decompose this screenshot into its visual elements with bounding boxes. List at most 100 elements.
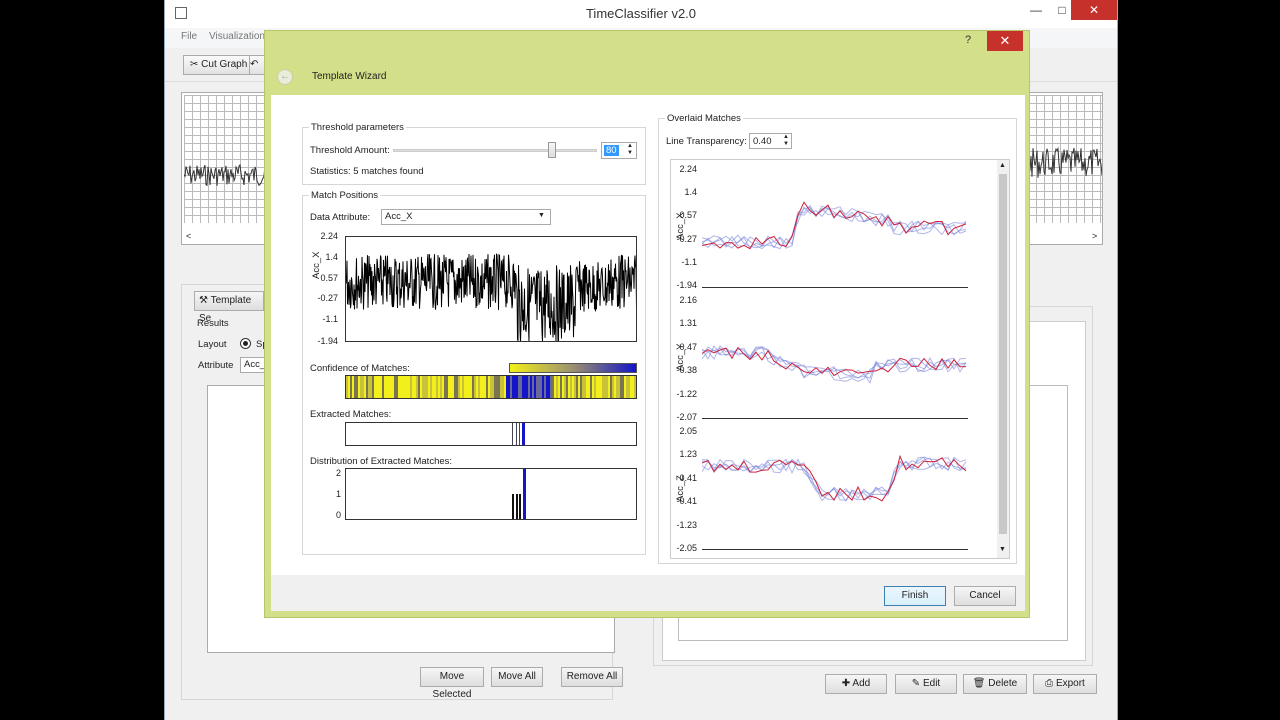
move-selected-button[interactable]: Move Selected (420, 667, 484, 700)
attribute-label: Attribute (198, 360, 234, 371)
p2-y-label: Acc_Y (675, 343, 686, 371)
attribute-select-value: Acc_ (244, 359, 266, 370)
signal-y-label: Acc_X (311, 237, 323, 297)
scroll-up-arrow-icon[interactable]: ▲ (999, 162, 1006, 169)
distribution-label: Distribution of Extracted Matches: (310, 456, 453, 467)
export-label: Export (1055, 678, 1085, 689)
match-marker (516, 423, 517, 445)
vertical-scrollbar[interactable]: ▲ ▼ (997, 160, 1009, 558)
y-tick: 2.24 (320, 231, 338, 241)
p2-y-tick: 1.31 (679, 318, 697, 328)
wand-icon: ⚒ (199, 295, 208, 306)
chevron-down-icon: ▼ (538, 212, 545, 219)
match-marker (512, 423, 513, 445)
cut-graph-button[interactable]: ✂ Cut Graph (183, 55, 255, 75)
export-button[interactable]: ⎙ Export (1033, 674, 1097, 694)
overlaid-scroll-area[interactable]: 2.24 1.4 0.57 -0.27 -1.1 -1.94 Acc_X 2.1… (670, 159, 1010, 559)
cancel-button[interactable]: Cancel (954, 586, 1016, 606)
p2-y-tick: 2.16 (679, 295, 697, 305)
dialog-title: Template Wizard (312, 71, 387, 82)
distribution-bar (516, 494, 518, 519)
close-button[interactable]: ✕ (1071, 0, 1117, 20)
confidence-label: Confidence of Matches: (310, 363, 410, 374)
distribution-plot[interactable] (345, 468, 637, 520)
results-label: Results (197, 318, 229, 329)
confidence-strip[interactable] (345, 375, 637, 399)
distribution-bar (519, 494, 521, 519)
threshold-slider-handle[interactable] (548, 142, 557, 158)
delete-button[interactable]: 🗑 Delete (963, 674, 1027, 694)
help-button[interactable]: ? (965, 34, 971, 46)
threshold-amount-spinbox[interactable]: 80 ▲ ▼ (601, 142, 637, 159)
spin-arrows-icon[interactable]: ▲ ▼ (627, 143, 633, 157)
data-attribute-select[interactable]: Acc_X ▼ (381, 209, 551, 225)
transparency-spinbox[interactable]: 0.40 ▲ ▼ (749, 133, 792, 149)
match-marker (519, 423, 520, 445)
threshold-group-title: Threshold parameters (309, 122, 406, 133)
dist-tick: 0 (335, 510, 341, 520)
p2-y-tick: -1.22 (676, 389, 697, 399)
y-tick: 1.4 (325, 252, 338, 262)
scissors-icon: ✂ (190, 59, 199, 70)
match-marker-selected (522, 423, 525, 445)
confidence-colorscale (509, 363, 637, 373)
p3-y-label: Acc_Z (675, 475, 686, 502)
add-button[interactable]: ✚ Add (825, 674, 887, 694)
dialog-footer: Finish Cancel (271, 575, 1025, 611)
dialog-close-button[interactable]: ✕ (987, 31, 1023, 51)
overlay-plot-x-svg (702, 201, 967, 250)
distribution-bar (512, 494, 514, 519)
overlaid-matches-group: Overlaid Matches Line Transparency: 0.40… (658, 113, 1017, 564)
dist-tick: 2 (335, 468, 341, 478)
signal-plot[interactable] (345, 236, 637, 342)
extracted-matches-strip[interactable] (345, 422, 637, 446)
trash-icon: 🗑 (972, 678, 989, 689)
confidence-strip-svg (346, 376, 636, 398)
menu-visualization[interactable]: Visualization (209, 31, 265, 42)
undo-icon: ↶ (250, 59, 259, 70)
signal-plot-svg (346, 253, 636, 341)
p1-y-label: Acc_X (675, 212, 686, 240)
transparency-label: Line Transparency: (666, 136, 747, 147)
move-all-button[interactable]: Move All (491, 667, 543, 687)
finish-button[interactable]: Finish (884, 586, 946, 606)
overlaid-title: Overlaid Matches (665, 113, 743, 124)
title-bar: TimeClassifier v2.0 — □ ✕ (165, 0, 1117, 28)
signal-trace-left (184, 163, 268, 187)
menu-file[interactable]: File (181, 31, 197, 42)
p3-y-tick: -1.23 (676, 520, 697, 530)
signal-graph-left (184, 95, 268, 223)
scroll-left-arrow[interactable]: < (186, 231, 191, 241)
add-label: Add (852, 678, 871, 689)
scrollbar-thumb[interactable] (999, 174, 1007, 534)
back-arrow-icon[interactable]: ← (277, 69, 293, 85)
p2-y-tick: -2.07 (676, 412, 697, 422)
scroll-right-arrow[interactable]: > (1092, 231, 1097, 241)
p1-y-tick: -1.94 (676, 280, 697, 290)
template-wizard-dialog: ? ✕ ← Template Wizard Threshold paramete… (264, 30, 1030, 618)
p3-y-tick: 2.05 (679, 426, 697, 436)
extracted-matches-label: Extracted Matches: (310, 409, 392, 420)
threshold-amount-value: 80 (604, 145, 619, 156)
edit-button[interactable]: ✎ Edit (895, 674, 957, 694)
data-attribute-value: Acc_X (385, 211, 413, 222)
window-title: TimeClassifier v2.0 (585, 6, 697, 21)
overlay-plot-x (702, 170, 968, 288)
tab-template-selection[interactable]: ⚒ Template Se (194, 291, 264, 324)
y-tick: 0.57 (320, 273, 338, 283)
remove-all-button[interactable]: Remove All (561, 667, 623, 687)
plus-icon: ✚ (841, 678, 853, 689)
edit-label: Edit (922, 678, 941, 689)
overlay-plot-z-svg (702, 454, 967, 502)
dist-tick: 1 (335, 489, 341, 499)
transparency-value: 0.40 (753, 136, 772, 147)
scroll-down-arrow-icon[interactable]: ▼ (999, 546, 1006, 553)
layout-label: Layout (198, 339, 227, 350)
threshold-slider-track[interactable] (393, 149, 597, 152)
overlay-plot-z (702, 432, 968, 550)
match-positions-group: Match Positions Data Attribute: Acc_X ▼ … (302, 190, 646, 555)
layout-radio[interactable] (240, 338, 251, 349)
spin-arrows-icon[interactable]: ▲ ▼ (783, 134, 789, 148)
y-tick: -0.27 (317, 293, 338, 303)
signal-graph-right (1028, 95, 1102, 223)
